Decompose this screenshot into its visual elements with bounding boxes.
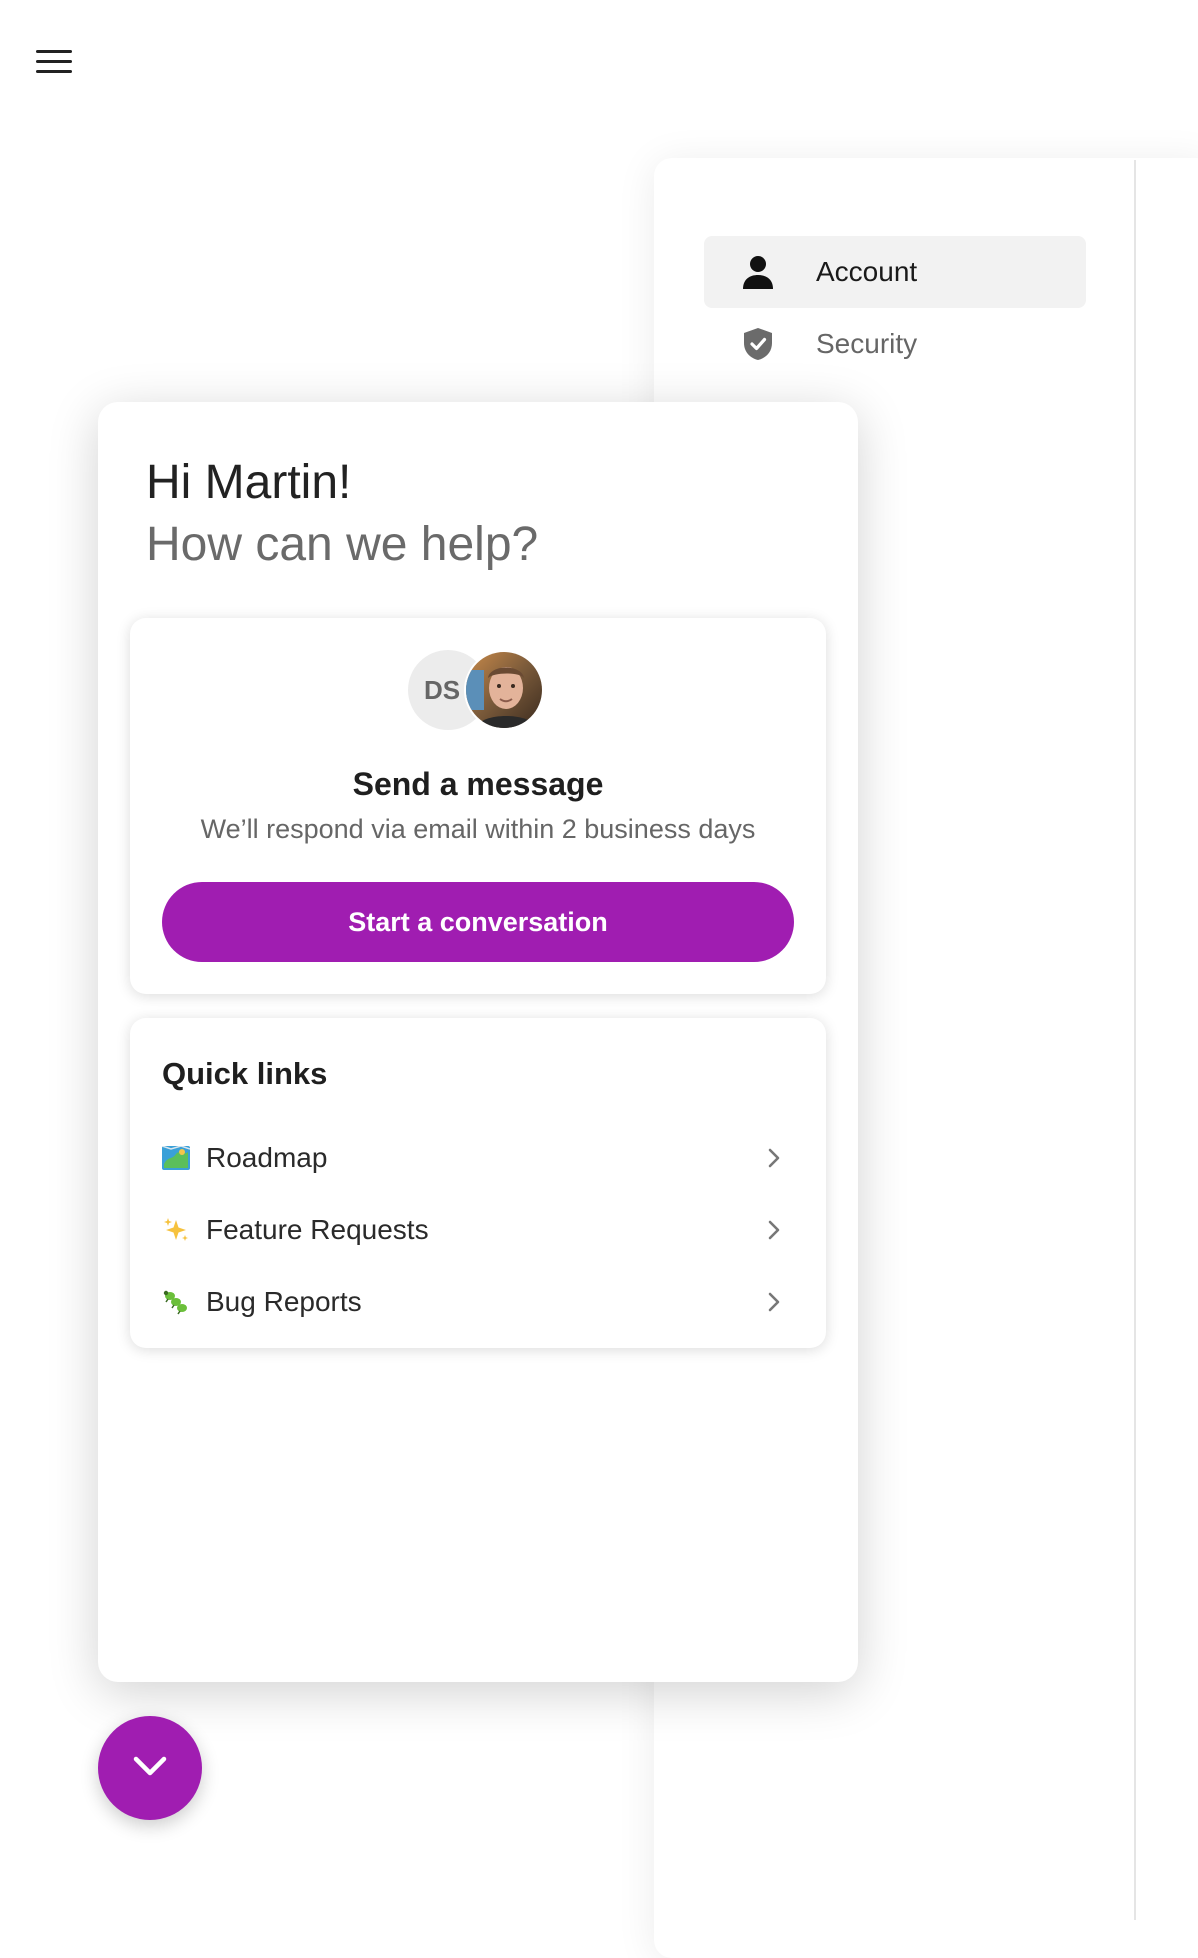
chevron-down-icon xyxy=(132,1755,168,1782)
settings-divider xyxy=(1134,160,1136,1920)
person-icon xyxy=(740,254,776,290)
quick-link-bug-reports[interactable]: Bug Reports xyxy=(162,1266,794,1338)
sparkles-icon xyxy=(162,1216,190,1244)
hamburger-menu-icon[interactable] xyxy=(36,48,72,76)
greeting-title: Hi Martin! xyxy=(146,456,352,509)
send-message-card: DS Send a message We’ll respond via emai… xyxy=(130,618,826,994)
collapse-widget-button[interactable] xyxy=(98,1716,202,1820)
avatar-photo xyxy=(464,650,544,730)
help-widget: Hi Martin! How can we help? DS Send a me… xyxy=(98,402,858,1682)
team-avatars: DS xyxy=(408,650,548,730)
bug-icon xyxy=(162,1288,190,1316)
quick-links-card: Quick links Roadmap Feature Requests Bug… xyxy=(130,1018,826,1348)
quick-link-feature-requests[interactable]: Feature Requests xyxy=(162,1194,794,1266)
nav-item-label: Security xyxy=(816,328,918,359)
quick-link-label: Bug Reports xyxy=(206,1286,362,1317)
quick-link-roadmap[interactable]: Roadmap xyxy=(162,1122,794,1194)
hamburger-line xyxy=(36,60,72,63)
settings-nav: Account Security xyxy=(704,236,1086,380)
hamburger-line xyxy=(36,50,72,53)
chevron-right-icon xyxy=(762,1290,786,1314)
quick-links-title: Quick links xyxy=(162,1056,328,1091)
widget-greeting: Hi Martin! How can we help? xyxy=(146,452,538,576)
quick-link-label: Feature Requests xyxy=(206,1214,429,1245)
chevron-right-icon xyxy=(762,1218,786,1242)
nav-item-label: Account xyxy=(816,256,918,287)
hamburger-line xyxy=(36,70,72,73)
shield-check-icon xyxy=(740,326,776,362)
map-icon xyxy=(162,1144,190,1172)
greeting-subtitle: How can we help? xyxy=(146,518,539,571)
start-conversation-button[interactable]: Start a conversation xyxy=(162,882,794,962)
quick-links-list: Roadmap Feature Requests Bug Reports xyxy=(162,1122,794,1338)
message-card-subtitle: We’ll respond via email within 2 busines… xyxy=(200,814,756,844)
nav-item-account[interactable]: Account xyxy=(704,236,1086,308)
quick-link-label: Roadmap xyxy=(206,1142,328,1173)
nav-item-security[interactable]: Security xyxy=(704,308,1086,380)
message-card-title: Send a message xyxy=(352,766,604,802)
chevron-right-icon xyxy=(762,1146,786,1170)
